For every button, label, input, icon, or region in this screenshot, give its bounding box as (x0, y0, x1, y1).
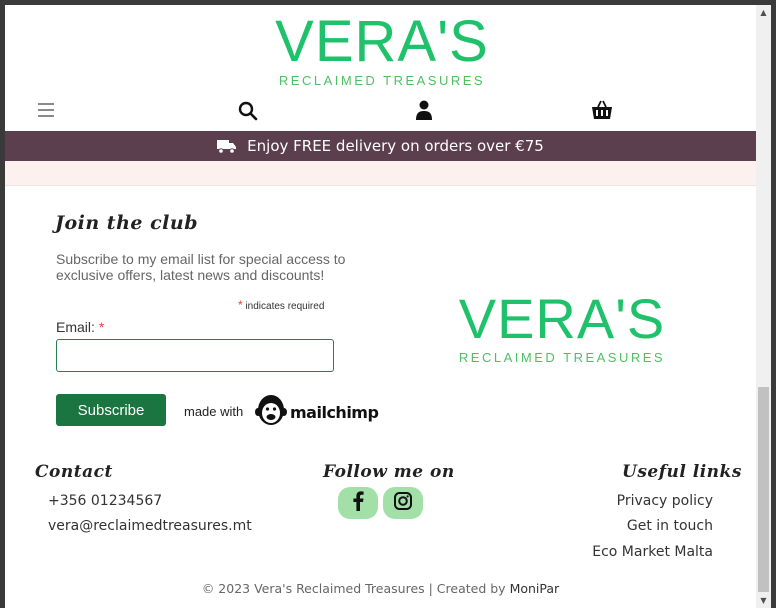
copyright: © 2023 Vera's Reclaimed Treasures | Crea… (5, 581, 756, 596)
instagram-icon (394, 491, 412, 515)
required-note: * indicates required (238, 298, 324, 312)
instagram-button[interactable] (383, 487, 423, 519)
truck-icon (217, 139, 237, 154)
site-logo[interactable]: VERA'S RECLAIMED TREASURES (275, 9, 489, 89)
email-label-text: Email: (56, 319, 95, 335)
side-logo-subtitle: RECLAIMED TREASURES (458, 350, 666, 365)
hamburger-menu-icon[interactable] (38, 103, 56, 117)
basket-icon[interactable] (590, 99, 614, 121)
facebook-button[interactable] (338, 487, 378, 519)
link-eco-market-malta[interactable]: Eco Market Malta (592, 544, 713, 560)
join-club-heading: Join the club (55, 212, 198, 234)
scrollbar-thumb[interactable] (758, 387, 769, 592)
mailchimp-badge[interactable]: mailchimp (255, 393, 379, 432)
link-get-in-touch[interactable]: Get in touch (627, 518, 713, 534)
search-icon[interactable] (237, 100, 259, 122)
useful-links-heading: Useful links (622, 462, 742, 482)
contact-email[interactable]: vera@reclaimedtreasures.mt (48, 518, 252, 534)
section-divider-strip (5, 161, 756, 186)
user-icon[interactable] (414, 99, 434, 121)
mailchimp-monkey-icon (255, 393, 287, 432)
side-logo: VERA'S RECLAIMED TREASURES (456, 287, 668, 366)
scroll-down-icon[interactable]: ▼ (756, 593, 771, 608)
logo-title: VERA'S (275, 9, 489, 74)
required-note-text: indicates required (245, 301, 325, 312)
made-with-text: made with (184, 404, 244, 419)
email-label: Email: * (56, 319, 104, 335)
email-required-star: * (98, 319, 105, 335)
logo-subtitle: RECLAIMED TREASURES (278, 73, 486, 88)
follow-heading: Follow me on (323, 462, 455, 482)
free-delivery-banner: Enjoy FREE delivery on orders over €75 (5, 131, 756, 161)
email-input[interactable] (56, 339, 334, 372)
link-privacy-policy[interactable]: Privacy policy (617, 493, 713, 509)
facebook-icon (352, 490, 364, 516)
scroll-up-icon[interactable]: ▲ (756, 5, 771, 20)
required-star: * (238, 298, 243, 312)
subscribe-button[interactable]: Subscribe (56, 394, 166, 426)
contact-heading: Contact (35, 462, 113, 482)
vertical-scrollbar[interactable]: ▲ ▼ (756, 5, 771, 608)
side-logo-title: VERA'S (458, 287, 666, 350)
mailchimp-wordmark: mailchimp (290, 403, 379, 422)
creator-link[interactable]: MoniPar (510, 581, 560, 596)
join-club-description: Subscribe to my email list for special a… (56, 251, 346, 283)
page-viewport: VERA'S RECLAIMED TREASURES Enjoy FREE de… (5, 5, 756, 608)
copyright-text: © 2023 Vera's Reclaimed Treasures | Crea… (201, 581, 510, 596)
contact-phone[interactable]: +356 01234567 (48, 493, 162, 509)
promo-text: Enjoy FREE delivery on orders over €75 (247, 137, 544, 155)
